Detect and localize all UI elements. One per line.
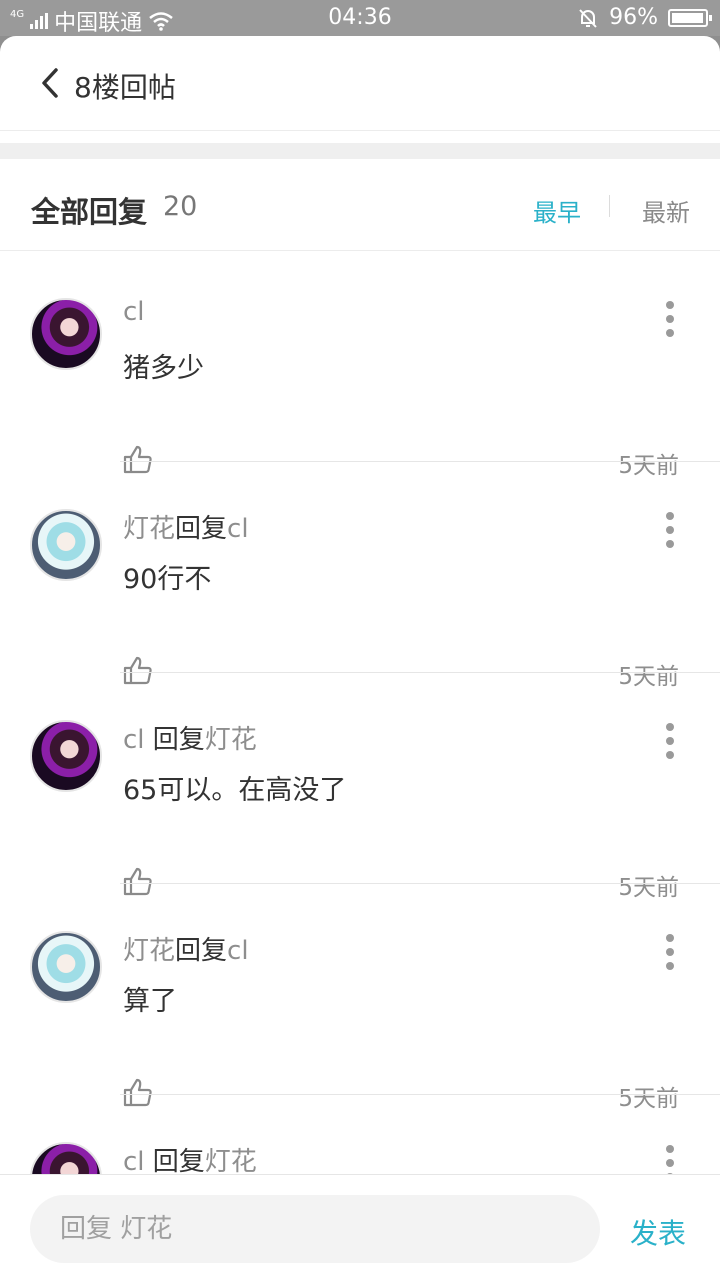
reply-header: cl bbox=[123, 297, 145, 327]
reply-word: 回复 bbox=[144, 1147, 205, 1177]
mute-icon bbox=[579, 8, 597, 28]
section-header: 全部回复 20 最早 最新 bbox=[0, 159, 720, 251]
reply-target[interactable]: cl bbox=[227, 936, 249, 966]
avatar[interactable] bbox=[30, 720, 102, 792]
avatar[interactable] bbox=[30, 931, 102, 1003]
page-title: 8楼回帖 bbox=[74, 71, 176, 104]
reply-target[interactable]: cl bbox=[227, 514, 249, 544]
battery-icon bbox=[668, 8, 712, 27]
battery-percent: 96% bbox=[609, 5, 658, 30]
reply-target[interactable]: 灯花 bbox=[205, 725, 257, 755]
status-right: 96% bbox=[577, 5, 712, 30]
send-button[interactable]: 发表 bbox=[630, 1212, 686, 1252]
back-arrow-icon[interactable] bbox=[36, 66, 66, 100]
reply-text: 算了 bbox=[123, 986, 177, 1017]
reply-header: cl 回复灯花 bbox=[123, 1141, 257, 1178]
section-title: 全部回复 bbox=[31, 195, 148, 229]
more-options-icon[interactable] bbox=[660, 512, 680, 552]
author-name[interactable]: 灯花 bbox=[123, 514, 175, 544]
sort-divider bbox=[609, 195, 610, 217]
section-gap bbox=[0, 143, 720, 159]
author-name[interactable]: cl bbox=[123, 725, 145, 755]
reply-text: 90行不 bbox=[123, 564, 212, 595]
author-name[interactable]: cl bbox=[123, 297, 145, 327]
reply-item: 灯花回复cl 算了 5天前 bbox=[0, 884, 720, 1112]
battery-fill bbox=[672, 12, 703, 23]
reply-word: 回复 bbox=[175, 936, 228, 966]
status-bar: 4G 中国联通 04:36 96% bbox=[0, 0, 720, 36]
reply-word: 回复 bbox=[175, 514, 228, 544]
reply-item: 灯花回复cl 90行不 5天前 bbox=[0, 462, 720, 690]
sort-latest-button[interactable]: 最新 bbox=[642, 193, 690, 228]
reply-header: cl 回复灯花 bbox=[123, 719, 257, 756]
more-options-icon[interactable] bbox=[660, 723, 680, 763]
reply-target[interactable]: 灯花 bbox=[205, 1147, 257, 1177]
reply-header: 灯花回复cl bbox=[123, 508, 249, 545]
more-options-icon[interactable] bbox=[660, 301, 680, 341]
author-name[interactable]: 灯花 bbox=[123, 936, 175, 966]
reply-composer: 发表 bbox=[0, 1174, 720, 1280]
more-options-icon[interactable] bbox=[660, 934, 680, 974]
sort-earliest-button[interactable]: 最早 bbox=[533, 193, 581, 228]
reply-count: 20 bbox=[163, 191, 198, 222]
avatar[interactable] bbox=[30, 298, 102, 370]
reply-sheet: 8楼回帖 全部回复 20 最早 最新 cl 猪多少 5天前 灯花回复cl 90行… bbox=[0, 36, 720, 1280]
reply-text: 猪多少 bbox=[123, 353, 204, 384]
reply-header: 灯花回复cl bbox=[123, 930, 249, 967]
avatar[interactable] bbox=[30, 509, 102, 581]
reply-item: cl 猪多少 5天前 bbox=[0, 251, 720, 479]
header: 8楼回帖 bbox=[0, 36, 720, 131]
reply-text: 65可以。在高没了 bbox=[123, 775, 347, 806]
reply-word: 回复 bbox=[144, 725, 205, 755]
reply-item: cl 回复灯花 65可以。在高没了 5天前 bbox=[0, 673, 720, 901]
reply-list: cl 猪多少 5天前 灯花回复cl 90行不 5天前 cl 回复灯花 65可以。… bbox=[0, 251, 720, 1280]
author-name[interactable]: cl bbox=[123, 1147, 145, 1177]
reply-input[interactable] bbox=[30, 1195, 600, 1263]
